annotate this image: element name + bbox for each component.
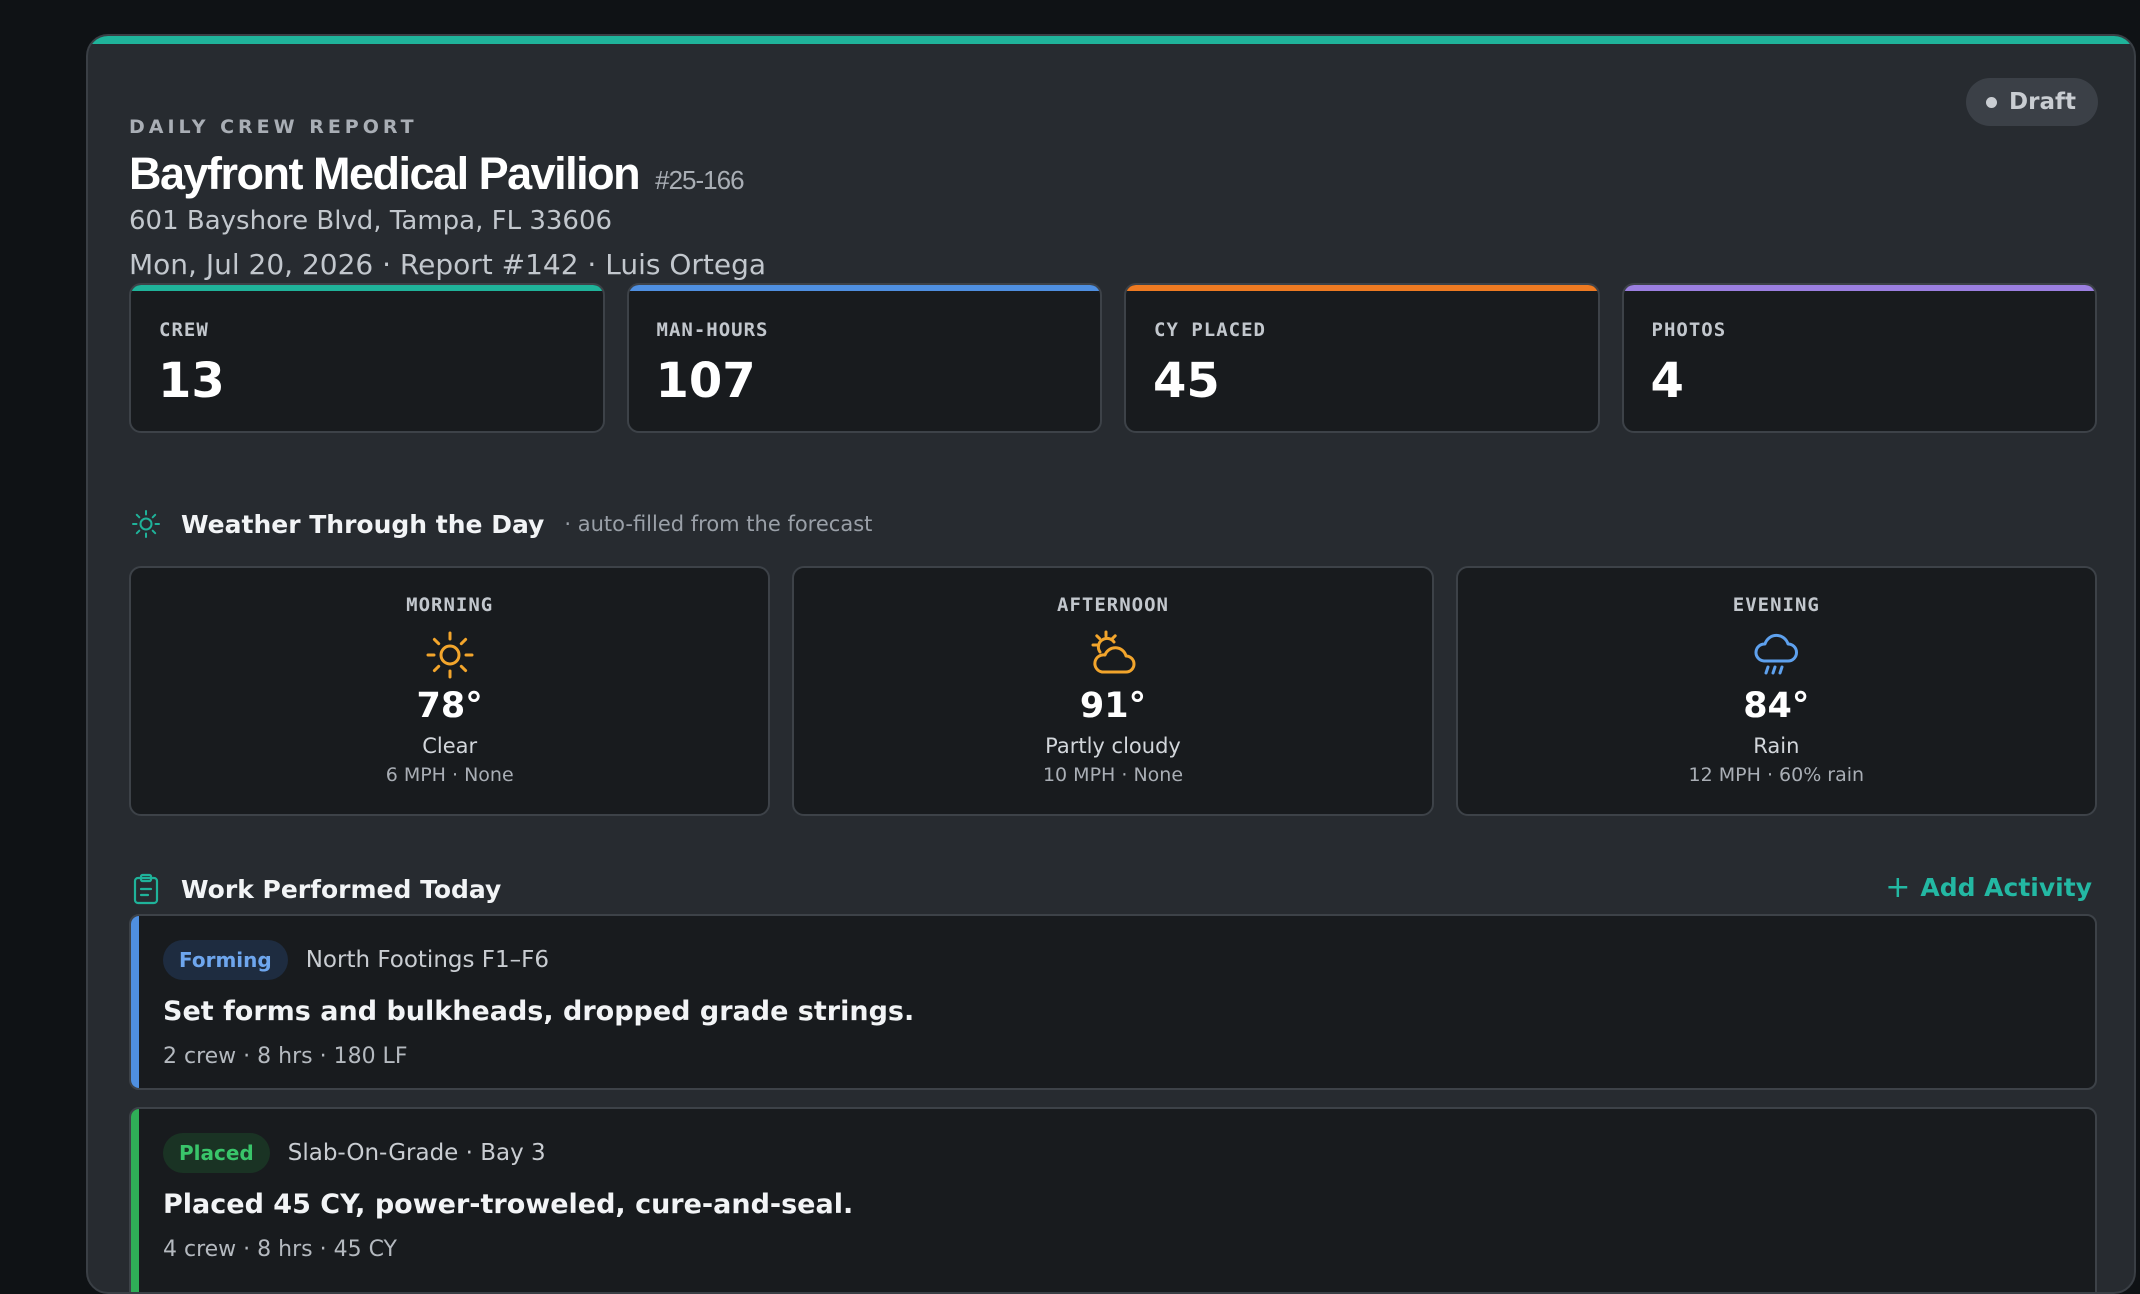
weather-condition: Clear — [422, 734, 478, 758]
stat-label: CREW — [159, 319, 209, 341]
work-section-title: Work Performed Today — [181, 874, 502, 904]
stat-value: 4 — [1650, 353, 1684, 409]
activity-meta: 4 crew · 8 hrs · 45 CY — [163, 1237, 397, 1262]
weather-period: MORNING — [406, 594, 494, 616]
stat-accent-bar — [628, 285, 1100, 291]
stat-accent-bar — [1126, 285, 1598, 291]
activity-meta: 2 crew · 8 hrs · 180 LF — [163, 1044, 408, 1069]
stat-cy-placed: CY PLACED 45 — [1124, 283, 1600, 433]
weather-detail: 6 MPH · None — [385, 764, 514, 786]
rain-cloud-icon — [1749, 628, 1803, 682]
weather-period: AFTERNOON — [1057, 594, 1169, 616]
stat-crew: CREW 13 — [129, 283, 605, 433]
activity-header: Placed Slab-On-Grade · Bay 3 — [163, 1133, 546, 1173]
weather-temp: 84° — [1743, 686, 1810, 726]
weather-card-evening: EVENING 84° Rain 12 MPH · 60% rain — [1455, 566, 2097, 816]
stat-label: MAN-HOURS — [656, 319, 769, 341]
weather-detail: 10 MPH · None — [1042, 764, 1184, 786]
activity-item[interactable]: Forming North Footings F1–F6 Set forms a… — [129, 914, 2097, 1090]
clipboard-icon — [129, 872, 163, 906]
status-dot-icon — [1986, 96, 1998, 108]
work-section-header: Work Performed Today — [129, 872, 501, 906]
stat-label: PHOTOS — [1651, 319, 1727, 341]
sun-icon — [423, 628, 477, 682]
activity-tag: Placed — [163, 1133, 270, 1173]
partly-cloudy-icon — [1086, 628, 1140, 682]
status-label: Draft — [2009, 89, 2076, 115]
add-activity-label: Add Activity — [1920, 873, 2092, 902]
activity-item[interactable]: Placed Slab-On-Grade · Bay 3 Placed 45 C… — [129, 1107, 2097, 1292]
project-title: Bayfront Medical Pavilion — [129, 148, 641, 199]
daily-report-card: DAILY CREW REPORT Bayfront Medical Pavil… — [86, 34, 2136, 1294]
weather-period: EVENING — [1732, 594, 1820, 616]
weather-condition: Partly cloudy — [1045, 734, 1181, 758]
stat-accent-bar — [1623, 285, 2095, 291]
card-accent-bar — [88, 36, 2134, 44]
stat-photos: PHOTOS 4 — [1621, 283, 2097, 433]
plus-icon: + — [1885, 870, 1911, 905]
weather-temp: 91° — [1079, 686, 1147, 726]
activity-stripe — [131, 916, 139, 1088]
activity-description: Set forms and bulkheads, dropped grade s… — [163, 996, 915, 1027]
weather-temp: 78° — [416, 686, 483, 726]
activity-location: North Footings F1–F6 — [305, 947, 550, 973]
weather-card-afternoon: AFTERNOON 91° Partly cloudy 10 MPH · Non… — [792, 566, 1434, 816]
stat-value: 13 — [158, 353, 225, 409]
title-row: Bayfront Medical Pavilion #25-166 — [129, 148, 745, 200]
report-meta: Mon, Jul 20, 2026 · Report #142 · Luis O… — [129, 248, 767, 281]
sun-outline-icon — [129, 507, 163, 541]
stat-value: 45 — [1153, 353, 1220, 409]
weather-row: MORNING 78° Clear 6 MPH · None AFTERNOON — [129, 566, 2097, 816]
report-eyebrow: DAILY CREW REPORT — [129, 116, 418, 138]
stat-man-hours: MAN-HOURS 107 — [626, 283, 1102, 433]
activity-location: Slab-On-Grade · Bay 3 — [287, 1140, 546, 1166]
weather-section-header: Weather Through the Day · auto-filled fr… — [129, 507, 872, 541]
project-number: #25-166 — [655, 165, 744, 195]
activity-description: Placed 45 CY, power-troweled, cure-and-s… — [163, 1189, 854, 1220]
stats-row: CREW 13 MAN-HOURS 107 CY PLACED 45 PHOTO… — [129, 283, 2097, 433]
weather-section-subtitle: · auto-filled from the forecast — [564, 512, 873, 536]
weather-card-morning: MORNING 78° Clear 6 MPH · None — [129, 566, 771, 816]
stat-accent-bar — [131, 285, 603, 291]
activity-header: Forming North Footings F1–F6 — [163, 940, 549, 980]
activity-stripe — [131, 1109, 139, 1292]
add-activity-button[interactable]: + Add Activity — [1885, 870, 2092, 905]
weather-section-title: Weather Through the Day — [181, 509, 545, 539]
stat-label: CY PLACED — [1154, 319, 1266, 341]
stat-value: 107 — [655, 353, 756, 409]
activity-tag: Forming — [163, 940, 288, 980]
weather-detail: 12 MPH · 60% rain — [1688, 764, 1865, 786]
status-badge[interactable]: Draft — [1966, 78, 2098, 126]
project-address: 601 Bayshore Blvd, Tampa, FL 33606 — [129, 206, 613, 236]
weather-condition: Rain — [1753, 734, 1800, 758]
